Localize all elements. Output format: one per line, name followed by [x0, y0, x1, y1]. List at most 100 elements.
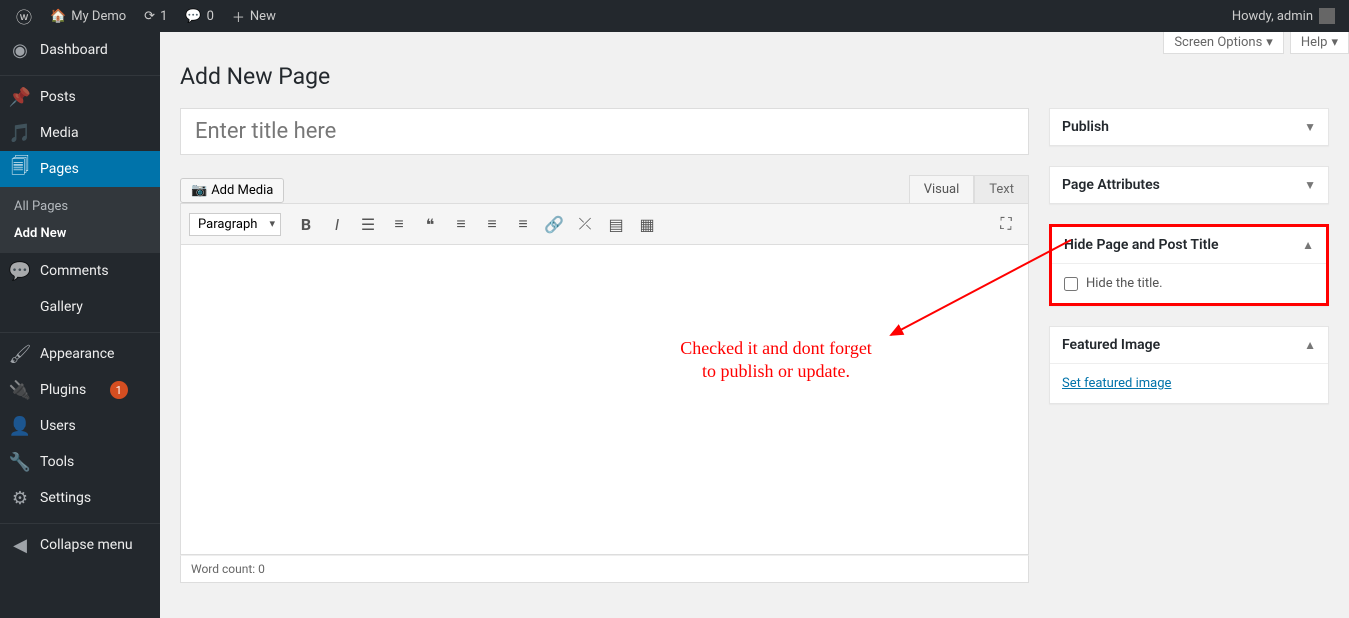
- plus-icon: ＋: [232, 7, 245, 26]
- post-title-input[interactable]: [180, 108, 1029, 155]
- hide-title-checkbox[interactable]: [1064, 277, 1078, 291]
- blockquote-button[interactable]: ❝: [416, 210, 444, 238]
- home-icon: 🏠: [50, 9, 66, 24]
- site-name-menu[interactable]: 🏠 My Demo: [42, 0, 134, 32]
- sidebar-item-users[interactable]: 👤Users: [0, 408, 160, 444]
- unlink-button[interactable]: ⤫: [571, 210, 599, 238]
- sidebar-label: Plugins: [40, 382, 86, 398]
- updates-menu[interactable]: ⟳1: [136, 0, 175, 32]
- bullet-list-button[interactable]: ☰: [354, 210, 382, 238]
- bold-button[interactable]: B: [292, 210, 320, 238]
- postbox-featured-image: Featured Image▲ Set featured image: [1049, 326, 1329, 404]
- sidebar-item-settings[interactable]: ⚙Settings: [0, 480, 160, 516]
- media-icon: 🎵: [10, 123, 30, 143]
- chevron-down-icon: ▼: [1304, 178, 1316, 192]
- set-featured-image-link[interactable]: Set featured image: [1062, 376, 1171, 391]
- label: Add Media: [211, 183, 273, 198]
- sidebar-label: Pages: [40, 161, 79, 177]
- tab-text[interactable]: Text: [974, 175, 1029, 203]
- comments-menu[interactable]: 💬0: [177, 0, 222, 32]
- wp-logo-menu[interactable]: ⓦ: [8, 0, 40, 32]
- hide-title-row[interactable]: Hide the title.: [1064, 276, 1314, 291]
- postbox-page-attributes: Page Attributes ▼: [1049, 166, 1329, 204]
- sidebar-label: Gallery: [40, 299, 83, 315]
- number-list-button[interactable]: ≡: [385, 210, 413, 238]
- sidebar-submenu-pages: All Pages Add New: [0, 187, 160, 253]
- postbox-publish: Publish ▼: [1049, 108, 1329, 146]
- sidebar-item-posts[interactable]: 📌Posts: [0, 79, 160, 115]
- screen-options-toggle[interactable]: Screen Options ▾: [1163, 32, 1284, 54]
- annotation-text: Checked it and dont forget to publish or…: [661, 337, 891, 384]
- fullscreen-button[interactable]: ⛶: [992, 210, 1020, 238]
- new-content-menu[interactable]: ＋New: [224, 0, 284, 32]
- postbox-publish-toggle[interactable]: Publish ▼: [1050, 109, 1328, 145]
- comment-icon: 💬: [10, 261, 30, 281]
- sidebar-label: Media: [40, 125, 79, 141]
- tab-visual[interactable]: Visual: [909, 175, 975, 203]
- comments-count: 0: [207, 9, 214, 24]
- chevron-up-icon: ▲: [1302, 238, 1314, 252]
- chevron-down-icon: ▾: [1266, 35, 1273, 50]
- admin-toolbar: ⓦ 🏠 My Demo ⟳1 💬0 ＋New Howdy, admin: [0, 0, 1349, 32]
- format-select[interactable]: Paragraph: [189, 213, 281, 236]
- submenu-all-pages[interactable]: All Pages: [0, 193, 160, 220]
- help-toggle[interactable]: Help▾: [1290, 32, 1349, 54]
- admin-sidebar: ◉ Dashboard 📌Posts 🎵 Media 🗐 Pages All Page…: [0, 32, 160, 618]
- wrench-icon: 🔧: [10, 452, 30, 472]
- sidebar-item-pages[interactable]: 🗐 Pages: [0, 151, 160, 187]
- greeting-text: Howdy, admin: [1232, 9, 1313, 24]
- chevron-up-icon: ▲: [1304, 338, 1316, 352]
- my-account-menu[interactable]: Howdy, admin: [1232, 8, 1341, 24]
- sidebar-collapse[interactable]: ◀Collapse menu: [0, 527, 160, 563]
- collapse-icon: ◀: [10, 535, 30, 555]
- editor-statusbar: Word count: 0: [180, 555, 1029, 583]
- page-title: Add New Page: [180, 54, 1329, 108]
- site-name-label: My Demo: [71, 9, 126, 24]
- postbox-hide-title-toggle[interactable]: Hide Page and Post Title ▲: [1052, 227, 1326, 264]
- pages-icon: 🗐: [10, 159, 30, 179]
- sidebar-item-plugins[interactable]: 🔌 Plugins 1: [0, 372, 160, 408]
- label: Hide Page and Post Title: [1064, 237, 1219, 253]
- editor-content-area[interactable]: Checked it and dont forget to publish or…: [180, 245, 1029, 555]
- sidebar-label: Dashboard: [40, 42, 108, 58]
- sidebar-item-appearance[interactable]: 🖌 Appearance: [0, 336, 160, 372]
- camera-music-icon: 📷: [191, 183, 207, 198]
- link-button[interactable]: 🔗: [540, 210, 568, 238]
- sidebar-item-dashboard[interactable]: ◉ Dashboard: [0, 32, 160, 68]
- sidebar-label: Tools: [40, 454, 74, 470]
- postbox-featured-image-toggle[interactable]: Featured Image▲: [1050, 327, 1328, 364]
- sidebar-item-tools[interactable]: 🔧 Tools: [0, 444, 160, 480]
- editor-toolbar: Paragraph B I ☰ ≡ ❝ ≡ ≡ ≡ 🔗 ⤫ ▤ ▦ ⛶: [180, 203, 1029, 245]
- sidebar-item-gallery[interactable]: Gallery: [0, 289, 160, 325]
- label: Page Attributes: [1062, 177, 1160, 193]
- wordpress-icon: ⓦ: [16, 4, 32, 28]
- add-media-button[interactable]: 📷 Add Media: [180, 178, 284, 203]
- plugins-update-badge: 1: [110, 381, 128, 399]
- align-center-button[interactable]: ≡: [478, 210, 506, 238]
- sidebar-label: Appearance: [40, 346, 114, 362]
- pin-icon: 📌: [10, 87, 30, 107]
- italic-button[interactable]: I: [323, 210, 351, 238]
- sidebar-item-media[interactable]: 🎵 Media: [0, 115, 160, 151]
- readmore-button[interactable]: ▤: [602, 210, 630, 238]
- sidebar-label: Users: [40, 418, 76, 434]
- label: Publish: [1062, 119, 1109, 135]
- align-right-button[interactable]: ≡: [509, 210, 537, 238]
- toolbar-toggle-button[interactable]: ▦: [633, 210, 661, 238]
- sidebar-label: Comments: [40, 263, 109, 279]
- updates-icon: ⟳: [144, 9, 155, 24]
- label: Help: [1301, 35, 1328, 50]
- sliders-icon: ⚙: [10, 488, 30, 508]
- align-left-button[interactable]: ≡: [447, 210, 475, 238]
- dashboard-icon: ◉: [10, 40, 30, 60]
- chevron-down-icon: ▾: [1331, 35, 1338, 50]
- postbox-hide-title: Hide Page and Post Title ▲ Hide the title…: [1049, 224, 1329, 306]
- chevron-down-icon: ▼: [1304, 120, 1316, 134]
- brush-icon: 🖌: [10, 344, 30, 364]
- label: Hide the title.: [1086, 276, 1163, 291]
- sidebar-item-comments[interactable]: 💬 Comments: [0, 253, 160, 289]
- postbox-page-attributes-toggle[interactable]: Page Attributes ▼: [1050, 167, 1328, 203]
- label: Screen Options: [1174, 35, 1262, 50]
- plug-icon: 🔌: [10, 380, 30, 400]
- submenu-add-new[interactable]: Add New: [0, 220, 160, 247]
